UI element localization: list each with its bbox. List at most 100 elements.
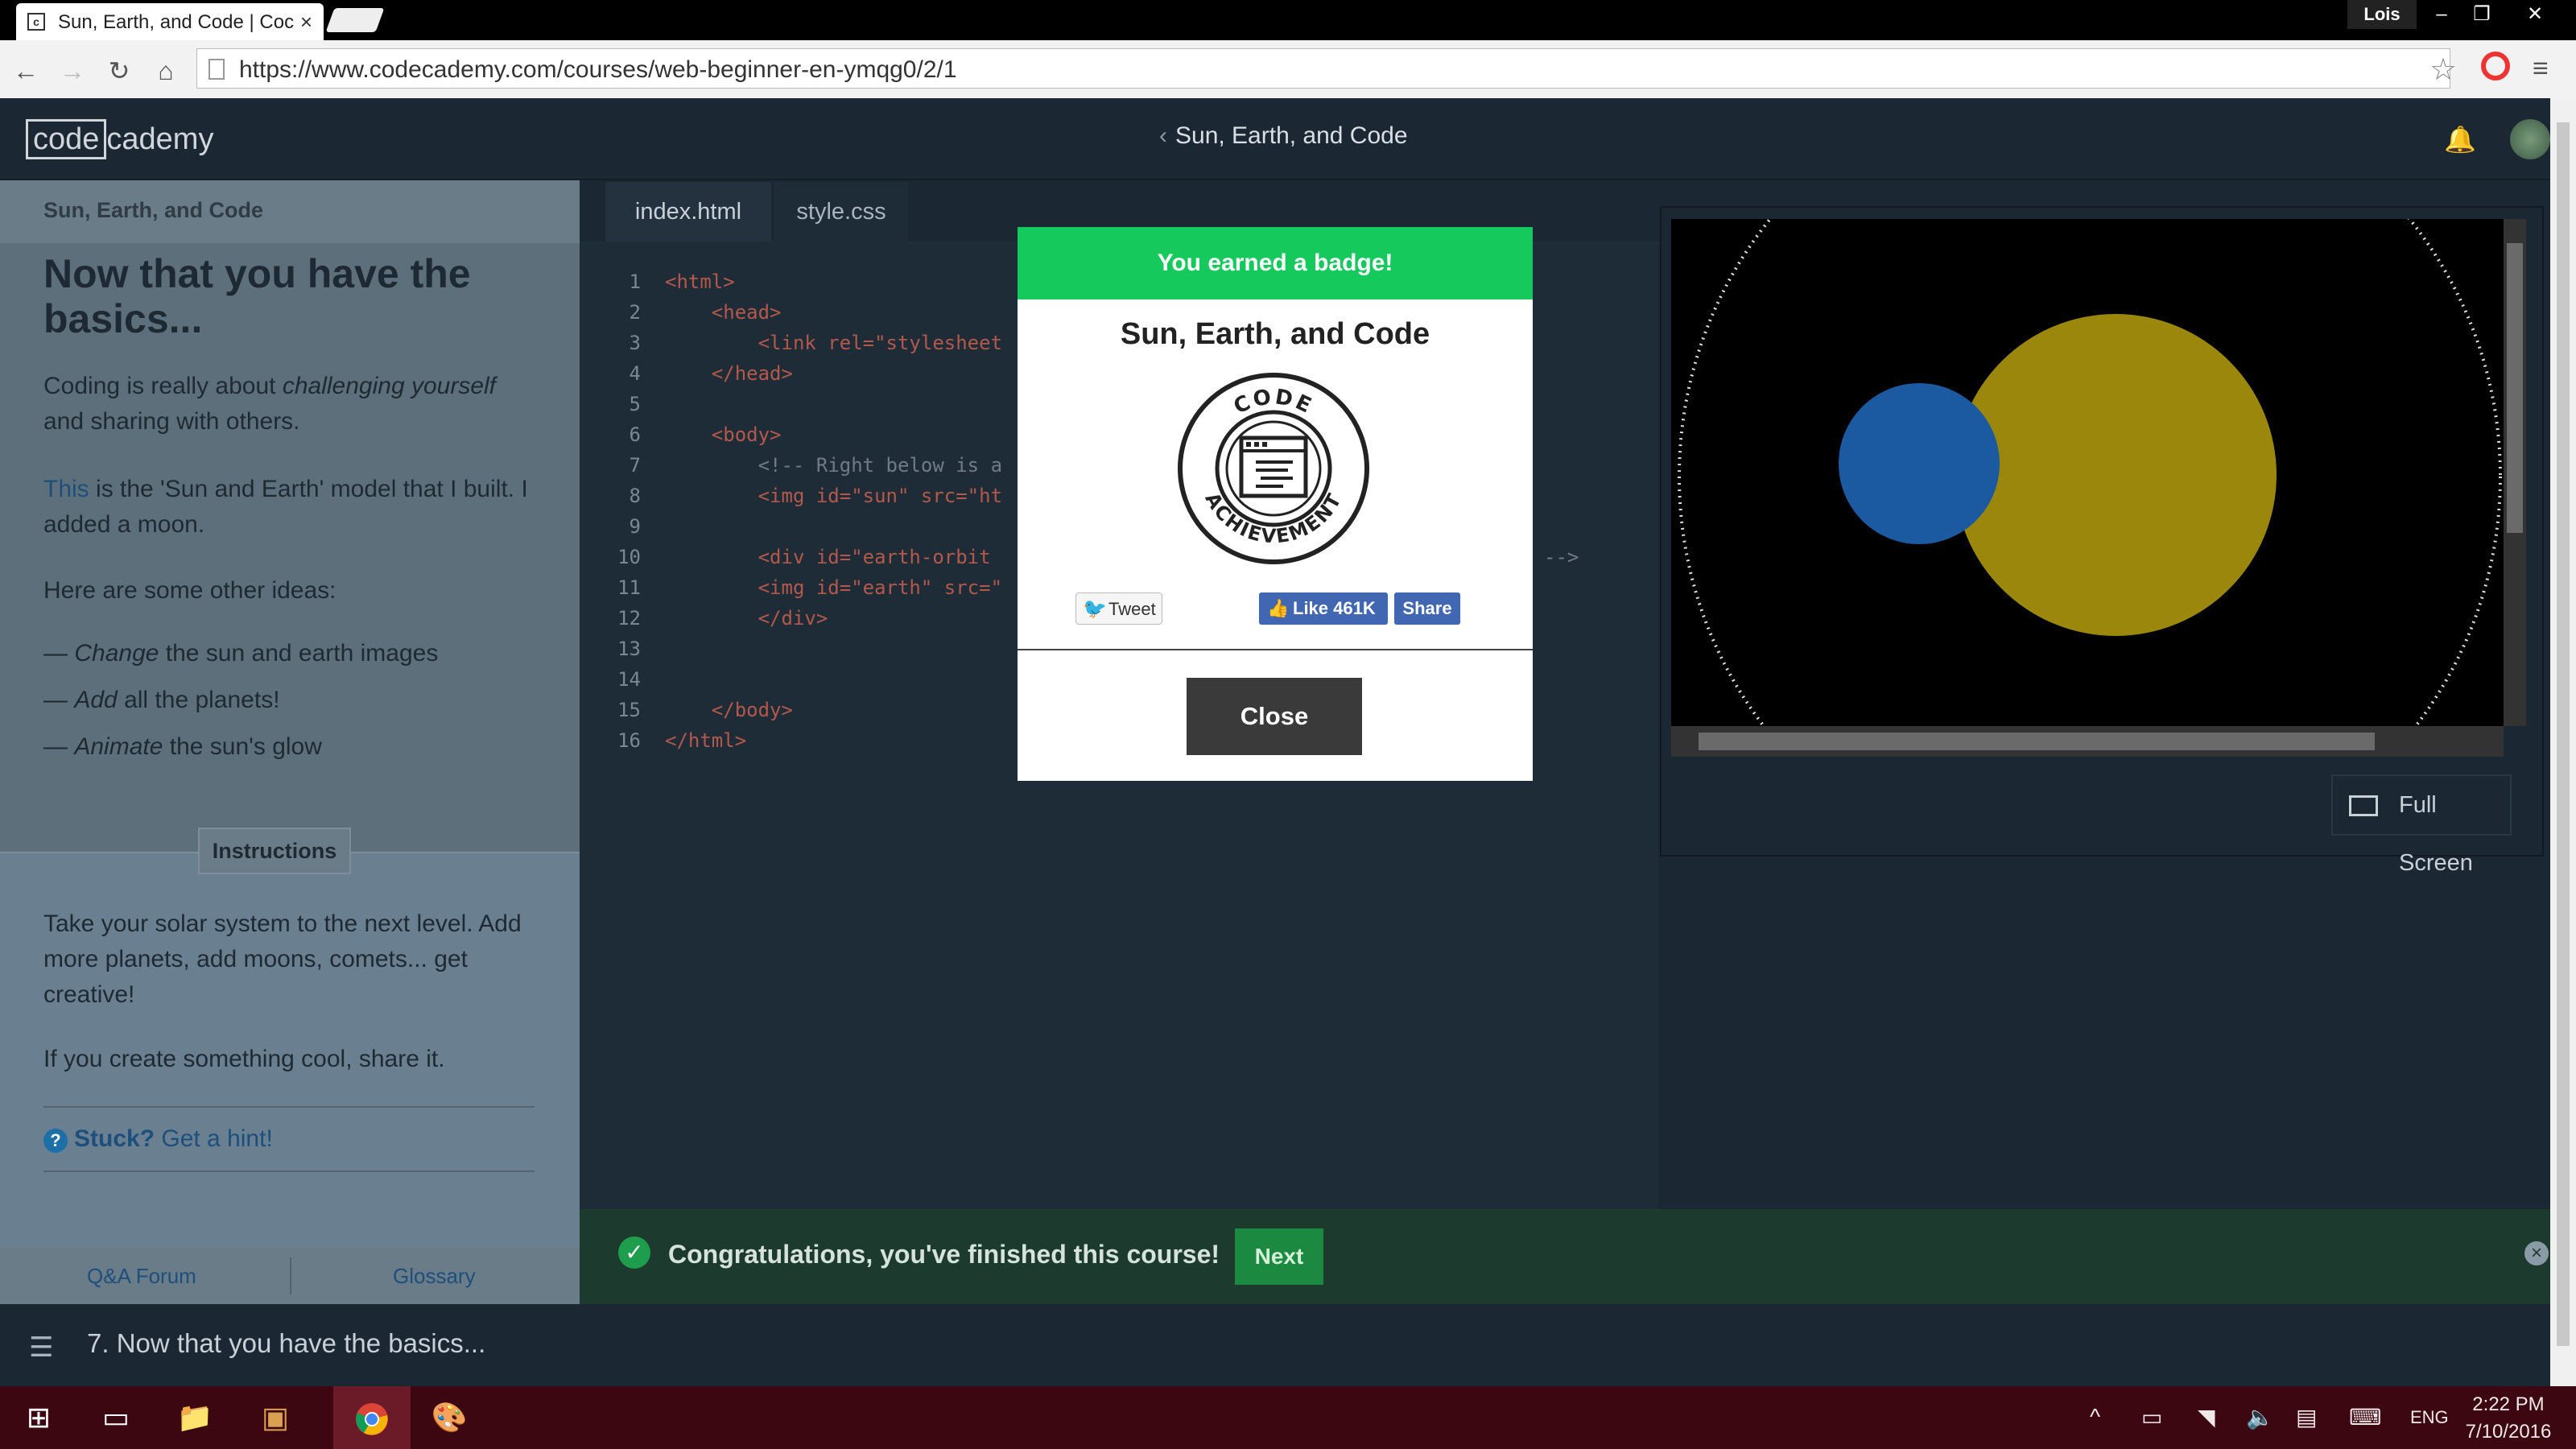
facebook-like-button[interactable]: 👍 Like 461K <box>1259 592 1388 625</box>
line-number: 16 <box>617 729 641 752</box>
line-number: 13 <box>617 638 641 660</box>
dismiss-banner-icon[interactable]: × <box>2524 1241 2549 1265</box>
forward-arrow-icon[interactable]: → <box>56 55 89 87</box>
volume-icon[interactable]: 🔈 <box>2246 1404 2274 1430</box>
action-center-icon[interactable]: ▤ <box>2296 1404 2317 1430</box>
next-button[interactable]: Next <box>1235 1228 1323 1285</box>
chrome-icon[interactable] <box>333 1386 411 1449</box>
line-number: 15 <box>617 699 641 721</box>
facebook-share-button[interactable]: Share <box>1394 592 1460 625</box>
close-button[interactable]: Close <box>1187 678 1362 755</box>
code-line[interactable]: <body> <box>665 423 782 446</box>
qa-forum-link[interactable]: Q&A Forum <box>87 1264 196 1289</box>
course-title[interactable]: ‹ Sun, Earth, and Code <box>1159 122 1481 150</box>
footer-divider <box>290 1257 291 1294</box>
url-input[interactable]: https://www.codecademy.com/courses/web-b… <box>196 48 2450 89</box>
lesson-title: Now that you have the basics... <box>43 251 471 341</box>
lesson-paragraph-3: Here are some other ideas: <box>43 577 336 604</box>
line-number: 4 <box>629 362 641 385</box>
code-line[interactable]: <!-- Right below is a <box>665 454 1002 477</box>
line-number: 8 <box>629 485 641 507</box>
avatar[interactable] <box>2510 119 2550 159</box>
instructions-paragraph-2: If you create something cool, share it. <box>43 1046 445 1072</box>
preview-horizontal-scrollbar[interactable] <box>1671 726 2504 757</box>
opera-extension-icon[interactable] <box>2481 52 2510 80</box>
browser-tab-strip <box>0 0 2576 40</box>
battery-icon[interactable]: ▭ <box>2141 1404 2162 1430</box>
completion-message: Congratulations, you've finished this co… <box>668 1240 1220 1269</box>
tab-style-css[interactable]: style.css <box>774 182 908 242</box>
line-number: 3 <box>629 332 641 354</box>
show-hidden-icons-icon[interactable]: ^ <box>2090 1404 2100 1430</box>
modal-divider <box>1018 649 1533 650</box>
sun-circle <box>1955 314 2277 636</box>
code-achievement-badge-icon: CODE ACHIEVEMENT <box>1178 373 1369 564</box>
glossary-link[interactable]: Glossary <box>393 1264 476 1289</box>
code-line[interactable]: <img id="earth" src=" <box>665 576 1002 599</box>
checkmark-icon: ✓ <box>618 1236 650 1269</box>
profile-chip[interactable]: Lois <box>2347 0 2417 29</box>
address-toolbar: ← → ↻ ⌂ https://www.codecademy.com/cours… <box>0 40 2576 99</box>
paint-icon[interactable]: 🎨 <box>411 1386 488 1449</box>
keyboard-icon[interactable]: ⌨ <box>2349 1404 2381 1430</box>
full-screen-label: Full Screen <box>2399 792 2473 876</box>
minimize-icon[interactable]: – <box>2421 0 2462 29</box>
browser-tab-active[interactable]: c Sun, Earth, and Code | Coc × <box>16 3 324 40</box>
current-lesson-label[interactable]: 7. Now that you have the basics... <box>87 1328 485 1359</box>
browser-menu-icon[interactable]: ≡ <box>2533 53 2549 85</box>
restore-icon[interactable]: ❐ <box>2462 0 2502 29</box>
code-line[interactable]: </html> <box>665 729 746 752</box>
reload-icon[interactable]: ↻ <box>103 55 135 87</box>
divider <box>43 1170 535 1172</box>
hamburger-menu-icon[interactable]: ☰ <box>29 1331 53 1364</box>
line-number: 12 <box>617 607 641 630</box>
windows-start-icon[interactable]: ⊞ <box>0 1386 77 1449</box>
hint-link[interactable]: ? Stuck? Get a hint! <box>43 1125 273 1153</box>
codecademy-logo[interactable]: code cademy <box>26 119 213 159</box>
preview-vertical-scrollbar[interactable] <box>2504 219 2526 726</box>
line-number: 6 <box>629 423 641 446</box>
tab-close-icon[interactable]: × <box>300 10 312 35</box>
back-arrow-icon[interactable]: ← <box>10 55 42 87</box>
tab-index-html[interactable]: index.html <box>605 182 771 242</box>
wifi-icon[interactable]: ◥ <box>2198 1404 2215 1430</box>
code-line[interactable]: <div id="earth-orbit <box>665 546 991 568</box>
model-link[interactable]: This <box>43 476 89 502</box>
code-line[interactable]: <head> <box>665 301 782 324</box>
url-text: https://www.codecademy.com/courses/web-b… <box>239 56 957 83</box>
code-line[interactable]: <html> <box>665 270 735 293</box>
idea-item: — Add all the planets! <box>43 687 280 713</box>
line-number: 9 <box>629 515 641 538</box>
preview-canvas[interactable] <box>1671 219 2504 726</box>
code-line[interactable]: <link rel="stylesheet <box>665 332 1002 354</box>
clock-time: 2:22 PM <box>2472 1393 2545 1415</box>
tweet-label: Tweet <box>1108 599 1156 619</box>
lesson-paragraph-1: Coding is really about challenging yours… <box>43 373 497 435</box>
language-indicator[interactable]: ENG <box>2410 1407 2449 1428</box>
line-number: 5 <box>629 393 641 415</box>
code-line[interactable]: <img id="sun" src="ht <box>665 485 1002 507</box>
instructions-tab[interactable]: Instructions <box>198 828 351 874</box>
divider <box>43 1106 535 1108</box>
code-line[interactable]: </body> <box>665 699 793 721</box>
file-explorer-icon[interactable]: 📁 <box>156 1386 233 1449</box>
tweet-button[interactable]: 🐦 Tweet <box>1075 592 1162 625</box>
window-close-icon[interactable]: ✕ <box>2515 0 2555 29</box>
full-screen-button[interactable]: Full Screen <box>2331 774 2512 876</box>
code-line[interactable]: </div> <box>665 607 828 630</box>
app-icon[interactable]: ▣ <box>237 1386 314 1449</box>
page-icon <box>208 59 225 80</box>
codecademy-favicon-icon: c <box>27 13 45 31</box>
new-tab-button[interactable] <box>325 8 385 32</box>
clock-date: 7/10/2016 <box>2465 1421 2552 1443</box>
page-scrollbar[interactable] <box>2550 98 2576 1386</box>
task-view-icon[interactable]: ▭ <box>77 1386 155 1449</box>
help-icon: ? <box>43 1129 68 1153</box>
home-icon[interactable]: ⌂ <box>150 55 182 87</box>
code-line[interactable]: </head> <box>665 362 793 385</box>
line-number: 1 <box>629 270 641 293</box>
idea-item: — Change the sun and earth images <box>43 640 439 667</box>
notification-bell-icon[interactable]: 🔔 <box>2444 124 2476 155</box>
bookmark-star-icon[interactable]: ☆ <box>2429 52 2457 88</box>
system-clock[interactable]: 2:22 PM 7/10/2016 <box>2452 1391 2565 1446</box>
